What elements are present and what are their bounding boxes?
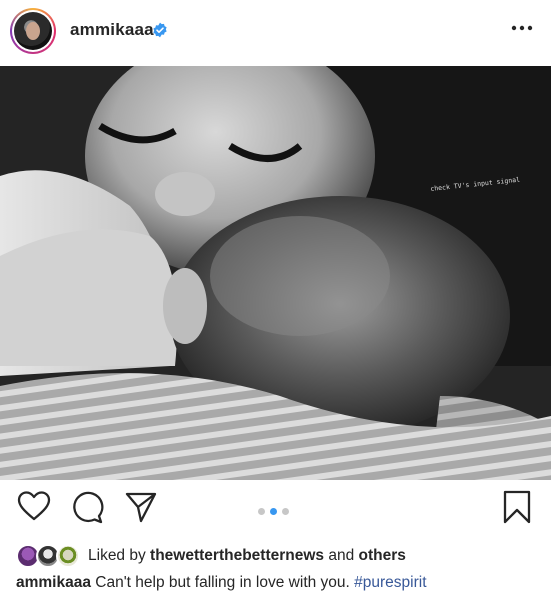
more-horizontal-icon[interactable] bbox=[511, 24, 533, 32]
avatar-frame bbox=[12, 10, 54, 52]
caption-username[interactable]: ammikaaa bbox=[16, 574, 91, 591]
post-caption: ammikaaa Can't help but falling in love … bbox=[16, 574, 427, 592]
liker-avatars[interactable] bbox=[16, 544, 84, 568]
caption-text: Can't help but falling in love with you. bbox=[90, 574, 355, 591]
liker-username[interactable]: thewetterthebetternews bbox=[150, 547, 324, 564]
post-photo[interactable]: check TV's input signal bbox=[0, 66, 551, 480]
comment-icon[interactable] bbox=[70, 490, 104, 524]
likes-joiner: and bbox=[324, 547, 359, 564]
carousel-dot[interactable] bbox=[282, 508, 289, 515]
profile-avatar[interactable] bbox=[10, 8, 56, 54]
heart-icon[interactable] bbox=[17, 490, 51, 524]
carousel-dot[interactable] bbox=[258, 508, 265, 515]
likes-others-link[interactable]: others bbox=[359, 547, 406, 564]
liker-avatar bbox=[56, 544, 80, 568]
post-username[interactable]: ammikaaa bbox=[70, 20, 154, 40]
verified-badge-icon bbox=[153, 22, 167, 38]
likes-prefix: Liked by bbox=[88, 547, 151, 564]
carousel-indicator bbox=[258, 508, 289, 515]
bookmark-icon[interactable] bbox=[500, 490, 534, 524]
photo-illustration bbox=[0, 66, 551, 480]
send-icon[interactable] bbox=[124, 490, 158, 524]
carousel-dot-active[interactable] bbox=[270, 508, 277, 515]
likes-summary: Liked by thewetterthebetternews and othe… bbox=[88, 547, 406, 565]
likes-row: Liked by thewetterthebetternews and othe… bbox=[16, 544, 406, 568]
caption-hashtag[interactable]: #purespirit bbox=[354, 574, 426, 591]
avatar-image bbox=[14, 12, 52, 50]
post-header: ammikaaa bbox=[0, 0, 551, 64]
